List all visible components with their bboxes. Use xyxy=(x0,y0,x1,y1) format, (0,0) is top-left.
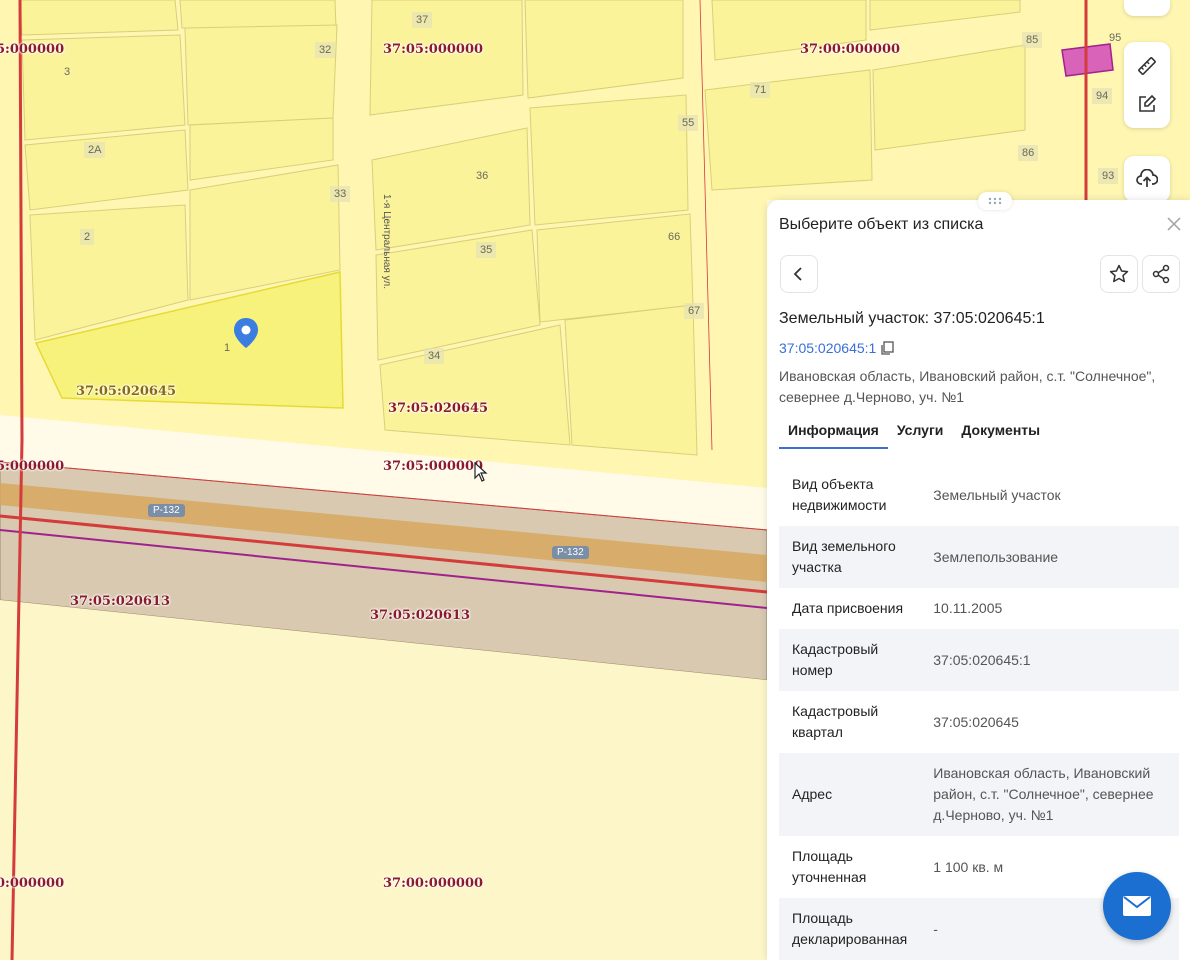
measure-tools-group xyxy=(1124,42,1170,128)
house-number: 93 xyxy=(1098,168,1119,184)
table-row: Адрес Ивановская область, Ивановский райо… xyxy=(779,753,1179,836)
panel-tabs: Информация Услуги Документы xyxy=(779,418,1049,449)
share-button[interactable] xyxy=(1142,255,1180,293)
tab-info[interactable]: Информация xyxy=(779,418,888,449)
feedback-button[interactable] xyxy=(1103,872,1171,940)
row-value: 37:05:020645:1 xyxy=(920,629,1179,691)
tool-top-button[interactable] xyxy=(1124,0,1170,16)
share-icon xyxy=(1152,264,1170,284)
favorite-button[interactable] xyxy=(1100,255,1138,293)
quarter-label: 37:00:000000 xyxy=(383,876,484,891)
row-value: Ивановская область, Ивановский район, с.… xyxy=(920,753,1179,836)
panel-title: Выберите объект из списка xyxy=(779,216,984,233)
row-key: Вид объекта недвижимости xyxy=(792,476,887,513)
row-key: Дата присвоения xyxy=(792,600,904,616)
close-icon xyxy=(1167,217,1181,231)
quarter-label: 37:00:000000 xyxy=(800,42,901,57)
quarter-label: 5:000000 xyxy=(0,459,65,474)
quarter-label: 37:05:000000 xyxy=(383,459,484,474)
house-number: 55 xyxy=(678,115,699,131)
house-number: 71 xyxy=(750,82,771,98)
drag-dots-icon xyxy=(988,197,1002,205)
quarter-label: 37:05:020645 xyxy=(388,401,489,416)
house-number: 34 xyxy=(424,348,445,364)
row-key: Адрес xyxy=(779,753,921,836)
house-number: 2А xyxy=(84,142,106,158)
house-number: 3 xyxy=(64,66,71,78)
row-key: Вид земельного участка xyxy=(779,526,921,588)
object-title: Земельный участок: 37:05:020645:1 xyxy=(779,310,1045,327)
cadastral-number-link[interactable]: 37:05:020645:1 xyxy=(779,340,894,356)
house-number: 85 xyxy=(1022,32,1043,48)
close-button[interactable] xyxy=(1164,214,1184,234)
row-value: Земельный участок xyxy=(933,486,1061,503)
row-value: Землепользование xyxy=(920,526,1179,588)
house-number: 2 xyxy=(80,229,95,245)
upload-cloud-icon xyxy=(1136,169,1158,187)
house-number: 86 xyxy=(1018,145,1039,161)
row-key: Кадастровый квартал xyxy=(792,703,879,740)
star-icon xyxy=(1109,264,1129,283)
table-row: Вид земельного участка Землепользование xyxy=(779,526,1179,588)
quarter-label: 37:05:020613 xyxy=(70,594,171,609)
road-badge: Р-132 xyxy=(552,546,589,559)
mail-icon xyxy=(1123,896,1151,916)
object-info-panel: Выберите объект из списка Земельный учас… xyxy=(767,192,1190,960)
table-row: Кадастровый номер 37:05:020645:1 xyxy=(779,629,1179,691)
road-badge: Р-132 xyxy=(148,504,185,517)
cadastral-number-text[interactable]: 37:05:020645:1 xyxy=(779,340,876,356)
row-key: Площадь декларированная xyxy=(779,898,921,960)
quarter-label: 0:000000 xyxy=(0,876,65,891)
street-name: 1-я Центральная ул. xyxy=(381,194,392,289)
house-number: 32 xyxy=(315,42,336,58)
row-key: Кадастровый номер xyxy=(779,629,921,691)
tab-documents[interactable]: Документы xyxy=(952,418,1049,449)
table-row: Дата присвоения 10.11.2005 xyxy=(779,588,1179,629)
house-number: 33 xyxy=(330,186,351,202)
house-number: 37 xyxy=(412,12,433,28)
quarter-label: 37:05:020613 xyxy=(370,608,471,623)
copy-icon[interactable] xyxy=(880,341,894,355)
house-number: 36 xyxy=(476,170,489,182)
quarter-label: 37:05:020645 xyxy=(76,384,177,399)
row-key: Площадь уточненная xyxy=(792,848,867,885)
house-number: 94 xyxy=(1092,88,1113,104)
panel-drag-handle[interactable] xyxy=(978,192,1012,210)
tab-services[interactable]: Услуги xyxy=(888,418,953,449)
mouse-cursor-icon xyxy=(474,462,488,482)
quarter-label: 5:000000 xyxy=(0,42,65,57)
chevron-left-icon xyxy=(793,267,802,281)
house-number: 66 xyxy=(668,231,681,243)
ruler-icon[interactable] xyxy=(1124,47,1170,85)
row-value: 10.11.2005 xyxy=(933,600,1003,616)
upload-button[interactable] xyxy=(1124,156,1170,202)
house-number: 67 xyxy=(684,303,705,319)
house-number: 95 xyxy=(1109,32,1122,44)
table-row: Вид объекта недвижимости Земельный участо… xyxy=(779,464,1179,526)
back-button[interactable] xyxy=(780,255,818,293)
table-row: Кадастровый квартал 37:05:020645 xyxy=(779,691,1179,753)
edit-icon[interactable] xyxy=(1124,85,1170,123)
object-address: Ивановская область, Ивановский район, с.… xyxy=(779,368,1156,405)
house-number: 1 xyxy=(224,342,231,354)
row-value: 37:05:020645 xyxy=(933,713,1019,730)
quarter-label: 37:05:000000 xyxy=(383,42,484,57)
house-number: 35 xyxy=(476,242,497,258)
